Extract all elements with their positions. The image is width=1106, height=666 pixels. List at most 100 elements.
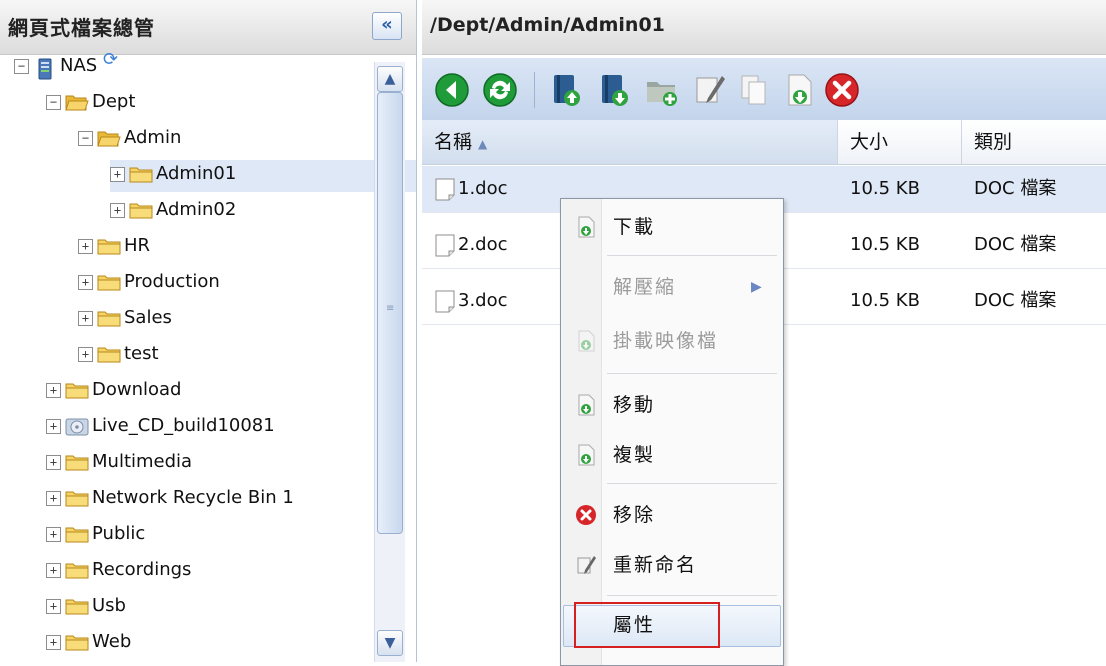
folder-open-icon [65, 93, 89, 111]
move-icon [578, 394, 595, 416]
tree-node-label: Dept [92, 91, 136, 112]
tree-node-sales[interactable]: + Sales [78, 302, 172, 334]
menu-item-label: 下載 [613, 216, 656, 238]
tree-node-dept[interactable]: − Dept [46, 86, 135, 118]
context-menu: 下載 解壓縮 ▶ 掛載映像檔 移動 複製 移除 重新命名 屬性 [560, 198, 784, 666]
tree-node-public[interactable]: + Public [46, 518, 145, 550]
tree-node-label: Public [92, 523, 146, 544]
file-size: 10.5 KB [850, 290, 920, 311]
column-header-name[interactable]: 名稱 ▲ [422, 120, 838, 164]
file-name-cell: 2.doc [434, 222, 508, 268]
menu-item-copy[interactable]: 複製 [561, 435, 783, 475]
expand-node-icon[interactable]: + [46, 490, 61, 506]
expand-node-icon[interactable]: + [46, 634, 61, 650]
upload-icon[interactable] [548, 72, 584, 108]
folder-tree-panel: 網頁式檔案總管 « − NAS ⟳ − Dept − Admin + Admin01 + Admi… [0, 0, 417, 662]
expand-node-icon[interactable]: + [78, 346, 93, 362]
tree-node-admin02[interactable]: + Admin02 [110, 194, 236, 226]
scroll-down-button[interactable]: ▼ [377, 630, 403, 656]
menu-item-extract[interactable]: 解壓縮 ▶ [561, 267, 783, 307]
menu-item-delete[interactable]: 移除 [561, 495, 783, 535]
menu-item-move[interactable]: 移動 [561, 385, 783, 425]
copy-icon[interactable] [736, 72, 772, 108]
expand-node-icon[interactable]: + [78, 238, 93, 254]
rename-icon [577, 556, 596, 574]
tree-node-network-recycle-bin-1[interactable]: + Network Recycle Bin 1 [46, 482, 294, 514]
tree-node-label: Sales [124, 307, 172, 328]
folder-icon [129, 201, 153, 219]
file-type: DOC 檔案 [974, 290, 1057, 311]
menu-item-mount-image[interactable]: 掛載映像檔 [561, 321, 783, 361]
path-bar: /Dept/Admin/Admin01 [422, 0, 1106, 55]
collapse-node-icon[interactable]: − [14, 58, 29, 74]
expand-node-icon[interactable]: + [46, 382, 61, 398]
tree-node-label: NAS [60, 55, 98, 76]
tree-node-production[interactable]: + Production [78, 266, 220, 298]
expand-node-icon[interactable]: + [110, 166, 125, 182]
current-path: /Dept/Admin/Admin01 [430, 14, 665, 36]
tree-node-web[interactable]: + Web [46, 626, 131, 658]
tree-node-label: test [124, 343, 159, 364]
column-header-size[interactable]: 大小 [838, 120, 962, 164]
expand-node-icon[interactable]: + [78, 310, 93, 326]
disc-folder-icon [65, 417, 89, 436]
download-icon[interactable] [596, 72, 632, 108]
tree-node-label: Live_CD_build10081 [92, 415, 275, 436]
tree-scrollbar[interactable]: ▲ ≡ ▼ [374, 62, 405, 662]
tree-node-live-cd-build10081[interactable]: + Live_CD_build10081 [46, 410, 275, 442]
new-folder-icon[interactable] [644, 72, 680, 108]
column-header-type[interactable]: 類別 [962, 120, 1106, 164]
tree-node-label: Multimedia [92, 451, 193, 472]
menu-item-label: 複製 [613, 444, 656, 466]
file-name: 2.doc [458, 234, 508, 255]
menu-item-download[interactable]: 下載 [561, 207, 783, 247]
menu-separator [607, 595, 777, 596]
tree-node-label: Admin02 [156, 199, 237, 220]
file-list-header: 名稱 ▲ 大小 類別 [422, 120, 1106, 165]
tree-node-usb[interactable]: + Usb [46, 590, 126, 622]
file-size: 10.5 KB [850, 178, 920, 199]
collapse-node-icon[interactable]: − [46, 94, 61, 110]
menu-item-label: 移除 [613, 504, 656, 526]
add-file-icon[interactable] [782, 72, 818, 108]
tree-node-admin[interactable]: − Admin [78, 122, 181, 154]
file-name-cell: 3.doc [434, 278, 508, 324]
delete-icon[interactable] [824, 72, 860, 108]
tree-node-test[interactable]: + test [78, 338, 159, 370]
collapse-node-icon[interactable]: − [78, 130, 93, 146]
menu-item-label: 移動 [613, 394, 656, 416]
menu-item-label: 解壓縮 [613, 276, 677, 298]
tree-node-label: Web [92, 631, 132, 652]
expand-node-icon[interactable]: + [110, 202, 125, 218]
refresh-icon[interactable]: ⟳ [97, 49, 118, 70]
grip-icon: ≡ [386, 303, 395, 314]
scroll-up-button[interactable]: ▲ [377, 66, 403, 92]
menu-item-rename[interactable]: 重新命名 [561, 545, 783, 585]
tree-node-nas[interactable]: − NAS ⟳ [14, 49, 118, 82]
collapse-panel-button[interactable]: « [372, 12, 402, 40]
tree-node-download[interactable]: + Download [46, 374, 181, 406]
tree-node-multimedia[interactable]: + Multimedia [46, 446, 192, 478]
tree-node-admin01[interactable]: + Admin01 [110, 158, 416, 192]
document-icon [435, 234, 455, 257]
back-icon[interactable] [434, 72, 470, 108]
expand-node-icon[interactable]: + [46, 598, 61, 614]
scrollbar-thumb[interactable]: ≡ [377, 92, 403, 534]
expand-node-icon[interactable]: + [46, 418, 61, 434]
folder-icon [97, 237, 121, 255]
expand-node-icon[interactable]: + [78, 274, 93, 290]
folder-open-icon [97, 129, 121, 147]
folder-icon [97, 345, 121, 363]
rename-icon[interactable] [692, 72, 728, 108]
expand-node-icon[interactable]: + [46, 454, 61, 470]
tree-node-recordings[interactable]: + Recordings [46, 554, 191, 586]
tree-node-label: Recordings [92, 559, 192, 580]
folder-icon [65, 453, 89, 471]
expand-node-icon[interactable]: + [46, 562, 61, 578]
annotation-highlight-box [574, 602, 720, 648]
refresh-icon[interactable] [482, 72, 518, 108]
tree-node-hr[interactable]: + HR [78, 230, 150, 262]
tree-node-label: Admin01 [156, 163, 237, 184]
expand-node-icon[interactable]: + [46, 526, 61, 542]
file-type: DOC 檔案 [974, 234, 1057, 255]
